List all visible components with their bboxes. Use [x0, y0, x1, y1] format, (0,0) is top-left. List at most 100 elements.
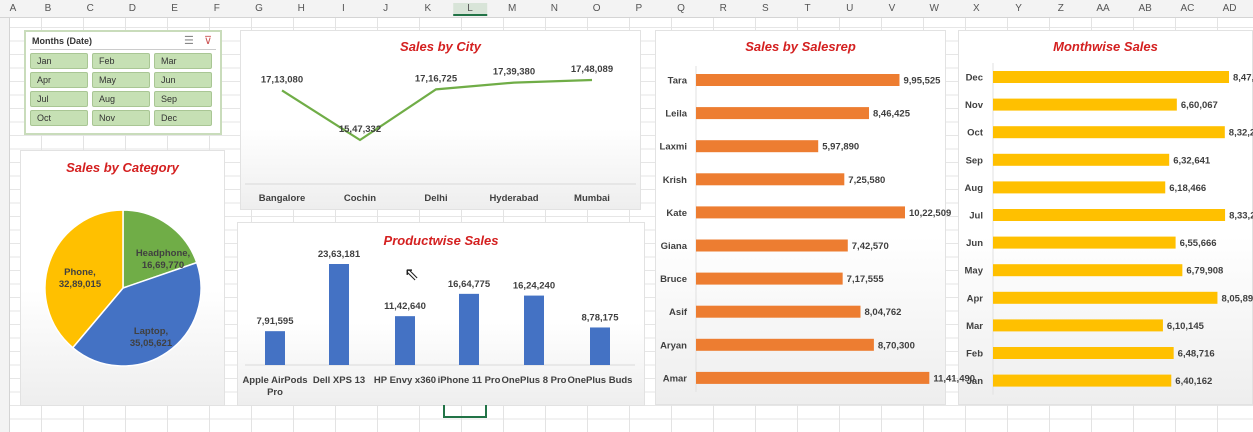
y-tick-label: May: [965, 266, 984, 277]
data-label: 6,40,162: [1175, 376, 1212, 387]
y-tick-label: Bruce: [660, 274, 687, 285]
bar: [696, 272, 843, 285]
y-tick-label: Jun: [966, 238, 983, 249]
data-label: 7,17,555: [847, 274, 885, 285]
y-tick-label: Krish: [663, 175, 687, 186]
bar: [993, 153, 1170, 166]
data-label: 5,97,890: [822, 142, 859, 153]
x-tick-label: Apple AirPods Pro: [242, 375, 307, 398]
data-label: 11,42,640: [384, 301, 426, 312]
x-tick-label: Hyderabad: [489, 193, 538, 204]
x-tick-label: OnePlus Buds: [568, 375, 633, 386]
data-label: 6,55,666: [1180, 238, 1217, 249]
bar: [696, 107, 870, 120]
data-label: 8,04,762: [864, 307, 901, 318]
data-label: 9,95,525: [903, 76, 941, 87]
x-tick-label: Bangalore: [259, 193, 305, 204]
data-label: 6,79,908: [1186, 266, 1223, 277]
y-tick-label: Tara: [668, 76, 688, 87]
y-tick-label: Mar: [966, 321, 983, 332]
bar: [696, 140, 819, 153]
pie-value-label: 16,69,770: [142, 260, 184, 271]
bar: [329, 264, 349, 365]
data-label: 17,48,089: [571, 64, 613, 75]
data-label: 17,16,725: [415, 73, 458, 84]
data-label: 8,46,425: [873, 109, 911, 120]
x-tick-label: Mumbai: [574, 193, 610, 204]
y-tick-label: Amar: [663, 373, 688, 384]
data-label: 8,47,373: [1233, 73, 1253, 84]
bar: [993, 319, 1163, 332]
y-tick-label: Asif: [669, 307, 688, 318]
bar: [993, 264, 1183, 277]
bar: [265, 331, 285, 365]
data-label: 7,25,580: [848, 175, 885, 186]
x-tick-label: iPhone 11 Pro: [438, 375, 501, 386]
pie-label: Laptop,: [134, 326, 168, 337]
data-label: 7,91,595: [257, 316, 295, 327]
y-tick-label: Aug: [965, 183, 984, 194]
bar: [590, 327, 610, 365]
data-label: 7,42,570: [852, 241, 889, 252]
y-tick-label: Jul: [969, 211, 983, 222]
pie-label: Headphone,: [136, 248, 190, 259]
data-label: 8,32,298: [1229, 128, 1253, 139]
data-label: 17,39,380: [493, 67, 535, 78]
mouse-cursor-icon: ⇖: [404, 264, 420, 284]
y-tick-label: Giana: [661, 241, 688, 252]
bar: [524, 295, 544, 365]
data-label: 17,13,080: [261, 74, 303, 85]
y-tick-label: Jan: [967, 376, 984, 387]
data-label: 10,22,509: [909, 208, 951, 219]
y-tick-label: Feb: [966, 349, 983, 360]
bar: [696, 338, 874, 351]
data-label: 6,18,466: [1169, 183, 1206, 194]
bar: [395, 316, 415, 365]
data-label: 6,10,145: [1167, 321, 1205, 332]
x-tick-label: Dell XPS 13: [313, 375, 365, 386]
data-label: 23,63,181: [318, 249, 361, 260]
data-label: 6,32,641: [1173, 155, 1211, 166]
y-tick-label: Leila: [665, 109, 687, 120]
bar: [696, 206, 905, 219]
bar: [696, 173, 845, 186]
pie-value-label: 35,05,621: [130, 338, 173, 349]
data-label: 16,24,240: [513, 281, 555, 292]
bar: [993, 181, 1166, 194]
x-tick-label: Cochin: [344, 193, 376, 204]
y-tick-label: Apr: [967, 293, 984, 304]
bar: [993, 236, 1176, 249]
y-tick-label: Aryan: [660, 340, 687, 351]
bar: [696, 305, 861, 318]
x-tick-label: HP Envy x360: [374, 375, 436, 386]
bar: [696, 239, 848, 252]
bar: [993, 71, 1229, 83]
data-label: 6,48,716: [1178, 349, 1215, 360]
bar: [993, 98, 1177, 111]
data-label: 8,05,897: [1221, 293, 1253, 304]
data-label: 16,64,775: [448, 279, 491, 290]
data-label: 8,78,175: [582, 312, 620, 323]
y-tick-label: Dec: [966, 73, 983, 84]
city-line: [281, 78, 593, 142]
y-tick-label: Oct: [967, 128, 984, 139]
bar: [993, 291, 1218, 304]
y-tick-label: Kate: [666, 208, 687, 219]
bar: [993, 347, 1174, 359]
cell-selection[interactable]: [443, 405, 487, 418]
pie-label: Phone,: [64, 267, 96, 278]
bar: [993, 374, 1172, 387]
bar: [993, 209, 1226, 221]
pie-value-label: 32,89,015: [59, 279, 102, 290]
data-label: 6,60,067: [1181, 100, 1218, 111]
y-tick-label: Sep: [966, 155, 984, 166]
bar: [993, 126, 1225, 139]
data-label: 15,47,332: [339, 124, 381, 135]
data-label: 8,33,267: [1229, 211, 1253, 222]
x-tick-label: Delhi: [424, 193, 447, 204]
bar: [459, 293, 479, 365]
x-tick-label: OnePlus 8 Pro: [502, 375, 567, 386]
charts-layer: 17,13,080 Bangalore 15,47,332 Cochin 17,16,7…: [44, 63, 1253, 398]
data-label: 8,70,300: [878, 340, 915, 351]
y-tick-label: Laxmi: [660, 142, 687, 153]
